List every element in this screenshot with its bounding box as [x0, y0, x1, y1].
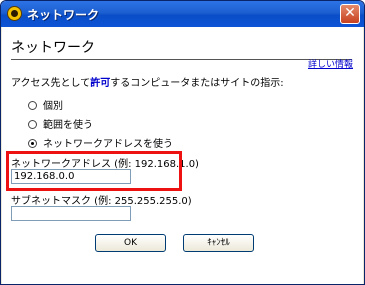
instruction-prefix: アクセス先として: [11, 78, 91, 89]
radio-range-circle[interactable]: [28, 120, 37, 129]
radio-individual[interactable]: 個別: [28, 97, 63, 112]
subnet-mask-input[interactable]: [11, 206, 131, 221]
highlight-annotation: [6, 151, 182, 191]
page-heading: ネットワーク: [11, 40, 95, 56]
cancel-button[interactable]: ｷｬﾝｾﾙ: [183, 234, 254, 252]
instruction-text: アクセス先として許可するコンピュータまたはサイトの指示:: [11, 74, 284, 89]
instruction-suffix: するコンピュータまたはサイトの指示:: [110, 78, 284, 89]
close-button[interactable]: ✕: [340, 4, 360, 24]
ok-button[interactable]: OK: [95, 234, 166, 252]
heading-divider: [11, 59, 352, 60]
subnet-mask-label: サブネットマスク (例: 255.255.255.0): [11, 196, 192, 207]
dialog-window: ネットワーク ✕ ネットワーク 詳しい情報 アクセス先として許可するコンピュータ…: [0, 0, 365, 285]
radio-range-label: 範囲を使う: [43, 120, 93, 131]
network-app-icon: [7, 6, 22, 21]
radio-network-address[interactable]: ネットワークアドレスを使う: [28, 135, 173, 150]
instruction-highlight: 許可: [90, 78, 111, 89]
details-link[interactable]: 詳しい情報: [308, 57, 353, 70]
dialog-content: ネットワーク 詳しい情報 アクセス先として許可するコンピュータまたはサイトの指示…: [2, 27, 363, 284]
radio-individual-label: 個別: [43, 101, 63, 112]
radio-individual-circle[interactable]: [28, 101, 37, 110]
radio-range[interactable]: 範囲を使う: [28, 116, 93, 131]
radio-network-address-circle[interactable]: [28, 139, 37, 148]
title-bar[interactable]: ネットワーク ✕: [1, 1, 364, 27]
window-title: ネットワーク: [27, 8, 100, 22]
radio-network-address-label: ネットワークアドレスを使う: [43, 139, 173, 150]
